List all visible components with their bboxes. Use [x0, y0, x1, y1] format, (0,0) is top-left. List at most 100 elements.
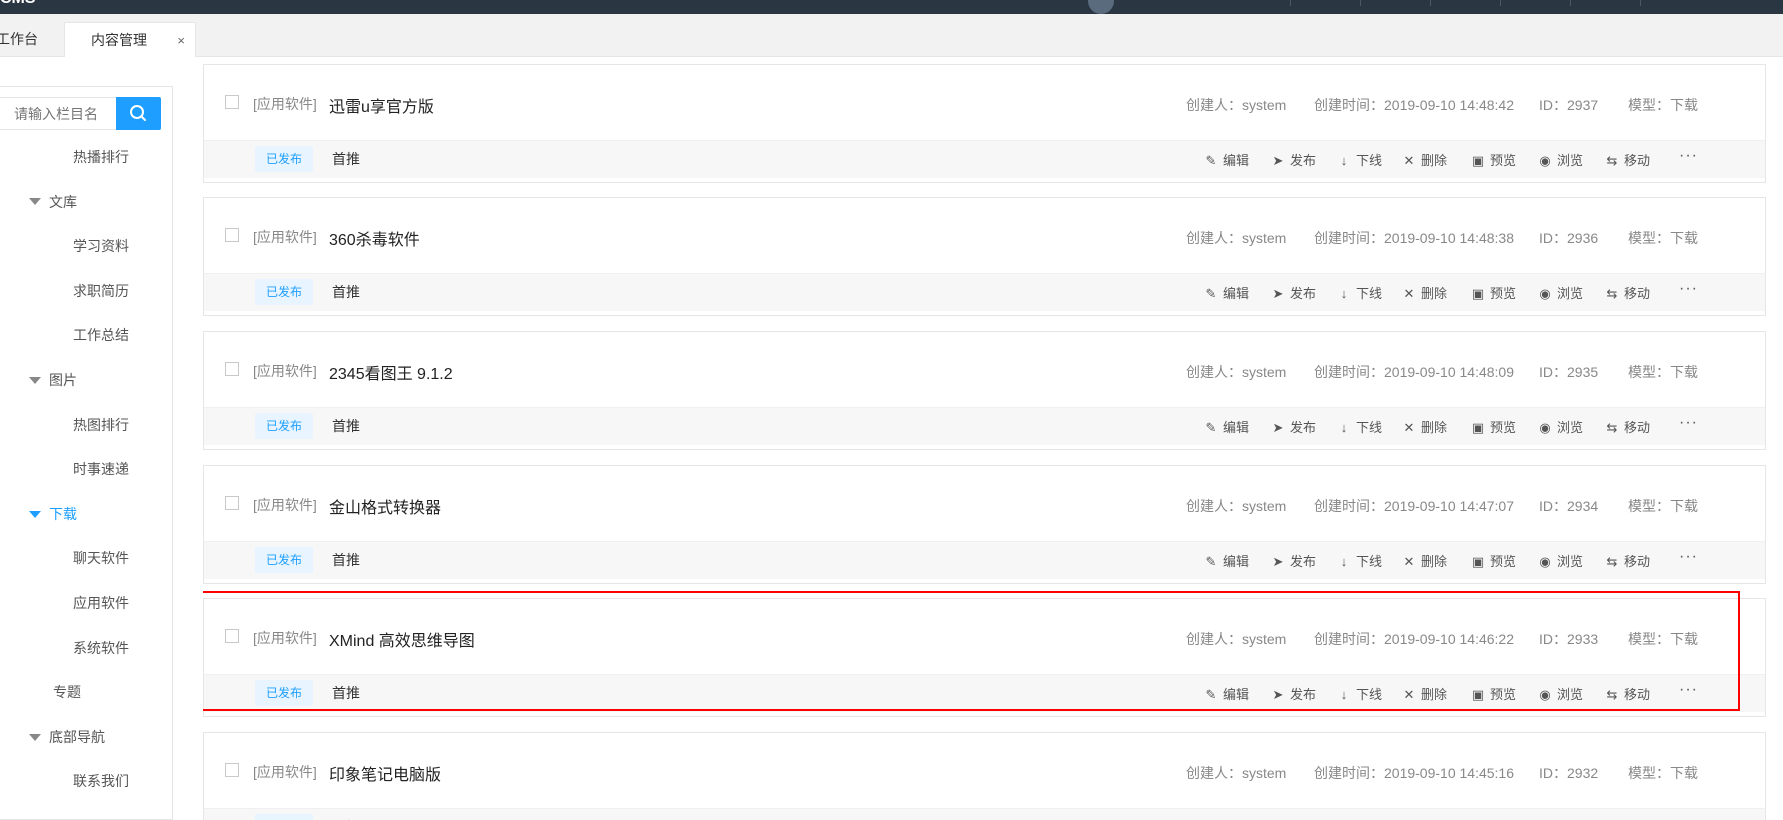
card-footer: 已发布 首推 ✎ 编辑 ➤ 发布 ↓ 下线 ✕ 删除 ▣ 预览 ◉ 浏览 ⇆ 移动 ···	[204, 407, 1765, 445]
tree-node[interactable]: 文库	[29, 191, 77, 213]
move-button[interactable]: ⇆ 移动	[1605, 283, 1650, 302]
status-badge: 已发布	[255, 547, 314, 573]
browse-button[interactable]: ◉ 浏览	[1538, 283, 1583, 302]
card-header: [应用软件] XMind 高效思维导图 创建人：system 创建时间：2019-09…	[204, 599, 1765, 674]
more-icon[interactable]: ···	[1679, 681, 1698, 699]
offline-button[interactable]: ↓ 下线	[1337, 684, 1382, 703]
select-checkbox[interactable]	[225, 95, 239, 109]
offline-button[interactable]: ↓ 下线	[1337, 283, 1382, 302]
model-meta: 模型：下载	[1628, 228, 1698, 248]
delete-button[interactable]: ✕ 删除	[1402, 150, 1447, 169]
model-meta: 模型：下载	[1628, 95, 1698, 115]
action-label: 删除	[1421, 420, 1448, 435]
publish-button[interactable]: ➤ 发布	[1271, 417, 1316, 436]
search-button[interactable]	[116, 97, 161, 130]
publish-button[interactable]: ➤ 发布	[1271, 551, 1316, 570]
action-label: 浏览	[1557, 554, 1584, 569]
tree-node[interactable]: 求职简历	[73, 280, 129, 302]
action-label: 预览	[1490, 687, 1517, 702]
more-icon[interactable]: ···	[1679, 414, 1698, 432]
edit-button[interactable]: ✎ 编辑	[1204, 684, 1249, 703]
move-button[interactable]: ⇆ 移动	[1605, 684, 1650, 703]
item-title[interactable]: 金山格式转换器	[329, 494, 441, 518]
edit-button[interactable]: ✎ 编辑	[1204, 150, 1249, 169]
user-avatar[interactable]	[1088, 0, 1114, 14]
action-label: 移动	[1624, 153, 1651, 168]
meta-label: 模型：	[1628, 230, 1670, 246]
caret-down-icon[interactable]	[29, 510, 41, 518]
item-title[interactable]: 360杀毒软件	[329, 226, 420, 250]
select-checkbox[interactable]	[225, 362, 239, 376]
category-label: [应用软件]	[253, 630, 317, 646]
more-icon[interactable]: ···	[1679, 548, 1698, 566]
tree-node[interactable]: 热图排行	[73, 414, 129, 436]
tree-node[interactable]: 应用软件	[73, 592, 129, 614]
browse-button[interactable]: ◉ 浏览	[1538, 551, 1583, 570]
more-icon[interactable]: ···	[1679, 147, 1698, 165]
search-input[interactable]	[0, 97, 117, 130]
id-value: 2936	[1567, 230, 1599, 246]
action-label: 预览	[1490, 554, 1517, 569]
recommend-tag: 首推	[332, 418, 360, 434]
tree-node[interactable]: 下载	[29, 503, 77, 525]
edit-icon: ✎	[1205, 420, 1217, 435]
delete-button[interactable]: ✕ 删除	[1402, 417, 1447, 436]
caret-down-icon[interactable]	[29, 733, 41, 741]
browse-button[interactable]: ◉ 浏览	[1538, 150, 1583, 169]
tree-node[interactable]: 专题	[53, 681, 81, 703]
tree-node[interactable]: 图片	[29, 369, 77, 391]
select-checkbox[interactable]	[225, 763, 239, 777]
tab-workbench[interactable]: 工作台	[0, 22, 60, 57]
move-button[interactable]: ⇆ 移动	[1605, 150, 1650, 169]
preview-button[interactable]: ▣ 预览	[1471, 283, 1516, 302]
tree-node[interactable]: 聊天软件	[73, 547, 129, 569]
browse-button[interactable]: ◉ 浏览	[1538, 417, 1583, 436]
delete-button[interactable]: ✕ 删除	[1402, 551, 1447, 570]
model-meta: 模型：下载	[1628, 763, 1698, 783]
more-icon[interactable]: ···	[1679, 280, 1698, 298]
more-icon[interactable]: ···	[1679, 815, 1698, 820]
tree-node[interactable]: 工作总结	[73, 324, 129, 346]
select-checkbox[interactable]	[225, 496, 239, 510]
tree-node[interactable]: 底部导航	[29, 726, 105, 748]
preview-button[interactable]: ▣ 预览	[1471, 684, 1516, 703]
preview-button[interactable]: ▣ 预览	[1471, 551, 1516, 570]
item-title[interactable]: XMind 高效思维导图	[329, 627, 475, 651]
browse-button[interactable]: ◉ 浏览	[1538, 684, 1583, 703]
preview-button[interactable]: ▣ 预览	[1471, 150, 1516, 169]
offline-button[interactable]: ↓ 下线	[1337, 150, 1382, 169]
edit-button[interactable]: ✎ 编辑	[1204, 551, 1249, 570]
move-button[interactable]: ⇆ 移动	[1605, 417, 1650, 436]
edit-button[interactable]: ✎ 编辑	[1204, 417, 1249, 436]
tree-node[interactable]: 系统软件	[73, 637, 129, 659]
meta-label: 创建时间：	[1314, 498, 1384, 514]
header-divider	[1500, 0, 1501, 6]
tree-node[interactable]: 热播排行	[73, 146, 129, 168]
publish-button[interactable]: ➤ 发布	[1271, 150, 1316, 169]
select-checkbox[interactable]	[225, 629, 239, 643]
caret-down-icon[interactable]	[29, 376, 41, 384]
tree-node[interactable]: 联系我们	[73, 770, 129, 792]
caret-down-icon[interactable]	[29, 198, 41, 206]
delete-button[interactable]: ✕ 删除	[1402, 684, 1447, 703]
move-button[interactable]: ⇆ 移动	[1605, 551, 1650, 570]
edit-button[interactable]: ✎ 编辑	[1204, 283, 1249, 302]
publish-button[interactable]: ➤ 发布	[1271, 283, 1316, 302]
preview-button[interactable]: ▣ 预览	[1471, 417, 1516, 436]
delete-button[interactable]: ✕ 删除	[1402, 283, 1447, 302]
close-icon[interactable]: ×	[177, 23, 185, 58]
category-label: [应用软件]	[253, 229, 317, 245]
tree-node[interactable]: 学习资料	[73, 235, 129, 257]
action-label: 下线	[1356, 286, 1383, 301]
action-label: 下线	[1356, 153, 1383, 168]
publish-button[interactable]: ➤ 发布	[1271, 684, 1316, 703]
select-checkbox[interactable]	[225, 228, 239, 242]
offline-button[interactable]: ↓ 下线	[1337, 551, 1382, 570]
tab-content-management[interactable]: 内容管理 ×	[64, 22, 196, 57]
tree-node[interactable]: 时事速递	[73, 458, 129, 480]
category-label: [应用软件]	[253, 363, 317, 379]
item-title[interactable]: 迅雷u享官方版	[329, 93, 434, 117]
item-title[interactable]: 印象笔记电脑版	[329, 761, 441, 785]
item-title[interactable]: 2345看图王 9.1.2	[329, 360, 453, 384]
offline-button[interactable]: ↓ 下线	[1337, 417, 1382, 436]
